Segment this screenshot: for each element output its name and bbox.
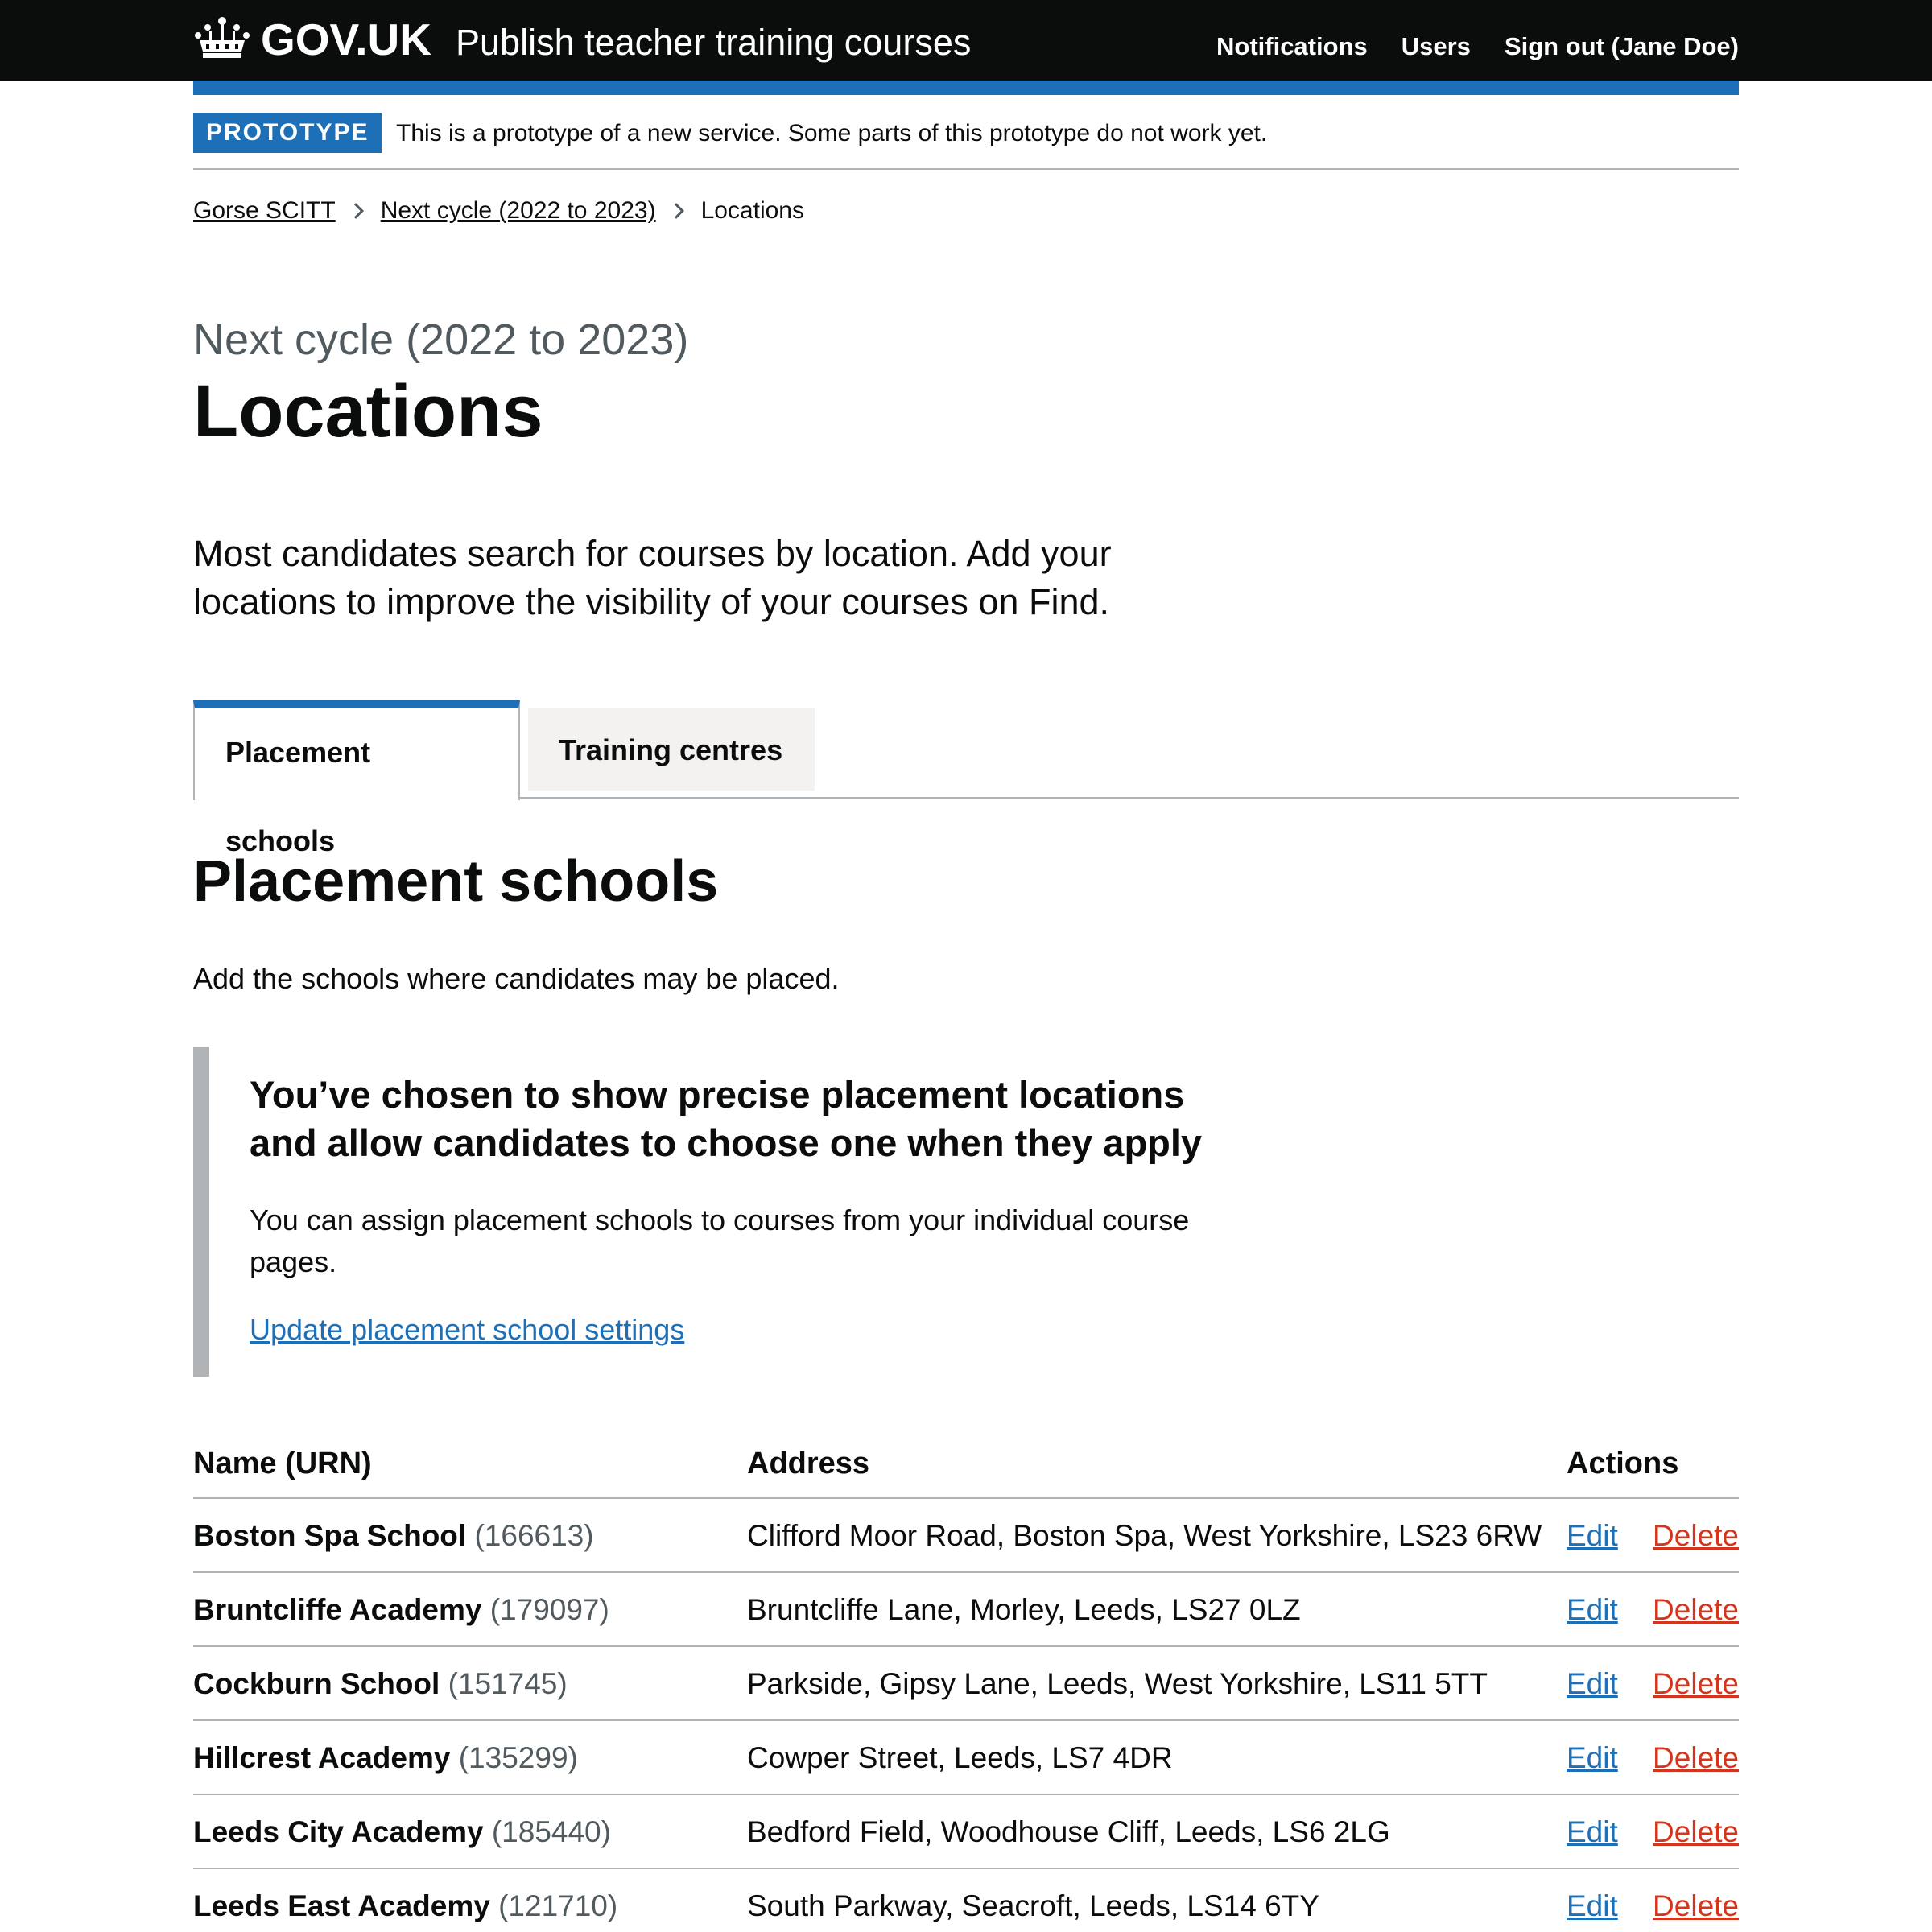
delete-link[interactable]: Delete xyxy=(1653,1739,1739,1777)
school-urn: (185440) xyxy=(491,1815,611,1848)
phase-banner: PROTOTYPE This is a prototype of a new s… xyxy=(193,95,1739,170)
school-urn: (179097) xyxy=(489,1593,609,1626)
table-row: Hillcrest Academy (135299) Cowper Street… xyxy=(193,1721,1739,1795)
update-placement-settings-link[interactable]: Update placement school settings xyxy=(250,1309,684,1351)
lead-paragraph: Most candidates search for courses by lo… xyxy=(193,533,1112,622)
table-row: Leeds East Academy (121710) South Parkwa… xyxy=(193,1869,1739,1932)
school-address: Parkside, Gipsy Lane, Leeds, West Yorksh… xyxy=(747,1667,1488,1700)
school-address: Cowper Street, Leeds, LS7 4DR xyxy=(747,1741,1173,1774)
school-urn: (166613) xyxy=(474,1519,594,1552)
school-urn: (121710) xyxy=(498,1889,618,1922)
school-name-cell: Leeds City Academy (185440) xyxy=(193,1813,611,1852)
chevron-right-icon xyxy=(667,203,684,219)
table-row: Boston Spa School (166613) Clifford Moor… xyxy=(193,1499,1739,1573)
delete-link[interactable]: Delete xyxy=(1653,1591,1739,1629)
school-name: Cockburn School xyxy=(193,1667,440,1700)
school-name: Leeds City Academy xyxy=(193,1815,484,1848)
tab-training-centres[interactable]: Training centres xyxy=(528,708,815,791)
edit-link[interactable]: Edit xyxy=(1567,1665,1618,1703)
school-urn: (151745) xyxy=(448,1667,568,1700)
breadcrumb-current: Locations xyxy=(700,197,804,224)
crown-icon xyxy=(195,17,250,58)
school-name-cell: Hillcrest Academy (135299) xyxy=(193,1739,578,1777)
header-container: GOV.UK Publish teacher training courses … xyxy=(193,0,1739,80)
edit-link[interactable]: Edit xyxy=(1567,1739,1618,1777)
column-header-name: Name (URN) xyxy=(193,1447,372,1480)
school-name: Bruntcliffe Academy xyxy=(193,1593,482,1626)
table-header-row: Name (URN) Address Actions xyxy=(193,1433,1739,1499)
school-urn: (135299) xyxy=(458,1741,578,1774)
breadcrumb-link-cycle[interactable]: Next cycle (2022 to 2023) xyxy=(381,192,656,230)
nav-users-link[interactable]: Users xyxy=(1402,27,1471,66)
section-description: Add the schools where candidates may be … xyxy=(193,962,840,995)
chevron-right-icon xyxy=(347,203,364,219)
school-name: Boston Spa School xyxy=(193,1519,467,1552)
inset-heading: You’ve chosen to show precise placement … xyxy=(250,1073,1203,1164)
delete-link[interactable]: Delete xyxy=(1653,1813,1739,1852)
school-name: Hillcrest Academy xyxy=(193,1741,451,1774)
school-name-cell: Bruntcliffe Academy (179097) xyxy=(193,1591,609,1629)
page-caption: Next cycle (2022 to 2023) xyxy=(193,316,689,364)
header-navigation: Notifications Users Sign out (Jane Doe) xyxy=(1216,27,1739,66)
school-address: South Parkway, Seacroft, Leeds, LS14 6TY xyxy=(747,1889,1319,1922)
school-address: Clifford Moor Road, Boston Spa, West Yor… xyxy=(747,1519,1542,1552)
school-address: Bruntcliffe Lane, Morley, Leeds, LS27 0L… xyxy=(747,1593,1301,1626)
phase-banner-text: This is a prototype of a new service. So… xyxy=(396,120,1268,147)
edit-link[interactable]: Edit xyxy=(1567,1517,1618,1555)
tab-placement-schools[interactable]: Placement schools xyxy=(193,700,520,857)
delete-link[interactable]: Delete xyxy=(1653,1517,1739,1555)
edit-link[interactable]: Edit xyxy=(1567,1813,1618,1852)
govuk-logo[interactable]: GOV.UK xyxy=(261,11,431,68)
delete-link[interactable]: Delete xyxy=(1653,1887,1739,1926)
breadcrumb: Gorse SCITT Next cycle (2022 to 2023) Lo… xyxy=(193,192,804,230)
school-name-cell: Cockburn School (151745) xyxy=(193,1665,568,1703)
school-name-cell: Boston Spa School (166613) xyxy=(193,1517,594,1555)
table-row: Bruntcliffe Academy (179097) Bruntcliffe… xyxy=(193,1573,1739,1647)
school-address: Bedford Field, Woodhouse Cliff, Leeds, L… xyxy=(747,1815,1390,1848)
column-header-address: Address xyxy=(747,1447,870,1480)
delete-link[interactable]: Delete xyxy=(1653,1665,1739,1703)
site-header: GOV.UK Publish teacher training courses … xyxy=(0,0,1932,80)
header-blue-bar xyxy=(193,80,1739,95)
table-row: Leeds City Academy (185440) Bedford Fiel… xyxy=(193,1795,1739,1869)
phase-tag: PROTOTYPE xyxy=(193,113,382,153)
page-title: Locations xyxy=(193,370,543,452)
section-heading: Placement schools xyxy=(193,849,719,914)
placement-schools-table: Name (URN) Address Actions Boston Spa Sc… xyxy=(193,1433,1739,1932)
inset-text: You’ve chosen to show precise placement … xyxy=(193,1046,1256,1377)
column-header-actions: Actions xyxy=(1567,1447,1679,1480)
tab-list: Placement schools Training centres xyxy=(193,700,1739,857)
nav-notifications-link[interactable]: Notifications xyxy=(1216,27,1368,66)
breadcrumb-link-provider[interactable]: Gorse SCITT xyxy=(193,192,336,230)
inset-body: You can assign placement schools to cour… xyxy=(250,1203,1190,1278)
school-name-cell: Leeds East Academy (121710) xyxy=(193,1887,617,1926)
sign-out-link[interactable]: Sign out (Jane Doe) xyxy=(1505,27,1739,66)
edit-link[interactable]: Edit xyxy=(1567,1887,1618,1926)
school-name: Leeds East Academy xyxy=(193,1889,490,1922)
service-name[interactable]: Publish teacher training courses xyxy=(456,16,971,69)
table-row: Cockburn School (151745) Parkside, Gipsy… xyxy=(193,1647,1739,1721)
edit-link[interactable]: Edit xyxy=(1567,1591,1618,1629)
